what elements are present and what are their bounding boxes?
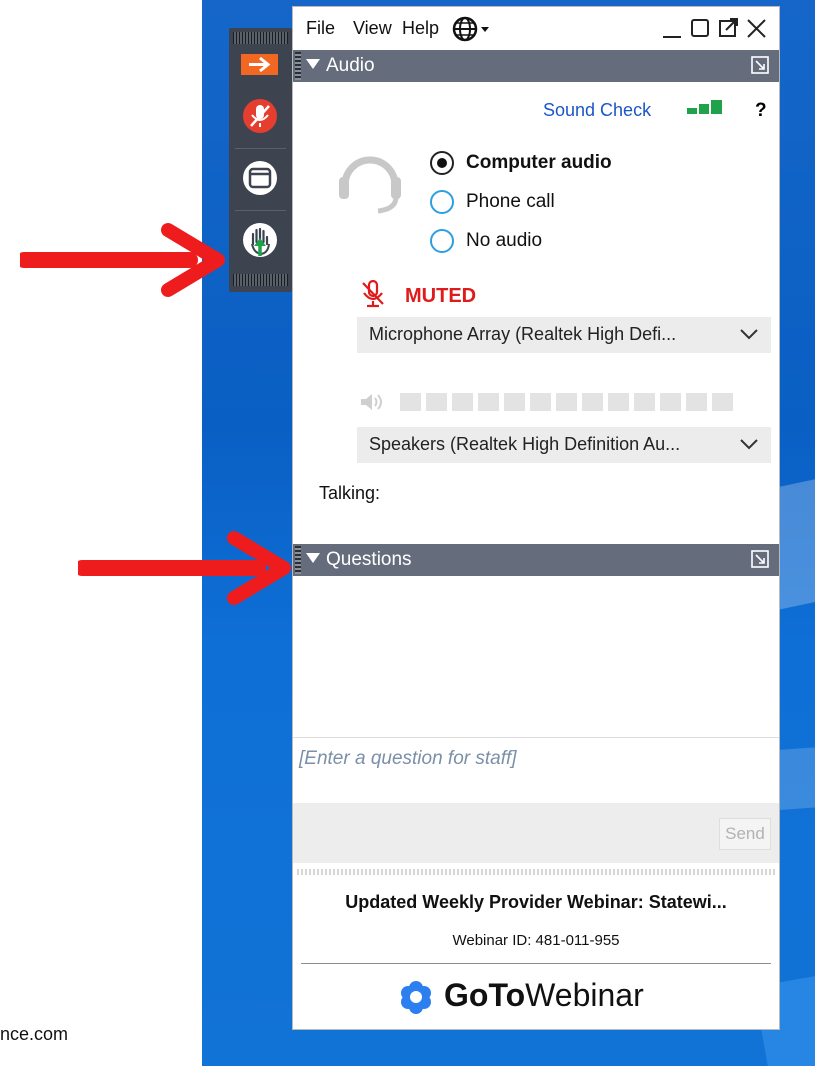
chevron-down-icon xyxy=(740,439,758,450)
screen-view-button[interactable] xyxy=(229,156,292,200)
audio-header-title: Audio xyxy=(326,55,375,76)
annotation-arrow-raise-hand xyxy=(20,223,225,297)
microphone-muted-icon[interactable] xyxy=(359,279,387,309)
resize-grip[interactable] xyxy=(297,869,775,875)
raise-hand-button[interactable] xyxy=(229,218,292,262)
audio-section-header[interactable]: Audio xyxy=(293,50,779,82)
audio-help-button[interactable]: ? xyxy=(755,100,767,122)
muted-status: MUTED xyxy=(405,285,477,307)
questions-section-header[interactable]: Questions xyxy=(293,544,779,576)
collapse-triangle-icon[interactable] xyxy=(306,553,320,563)
window-icon xyxy=(243,161,277,195)
arrow-right-icon xyxy=(241,54,278,75)
microphone-select-value: Microphone Array (Realtek High Defi... xyxy=(369,324,677,344)
microphone-select[interactable]: Microphone Array (Realtek High Defi... xyxy=(357,317,771,353)
popout-section-icon[interactable] xyxy=(751,56,769,74)
volume-meter-segment xyxy=(660,393,681,411)
microphone-muted-icon xyxy=(243,99,277,133)
speakers-select[interactable]: Speakers (Realtek High Definition Au... xyxy=(357,427,771,463)
menu-view[interactable]: View xyxy=(353,18,392,39)
volume-meter-segment xyxy=(426,393,447,411)
collapse-triangle-icon[interactable] xyxy=(306,59,320,69)
volume-meter-segment xyxy=(634,393,655,411)
divider xyxy=(301,963,771,964)
label-no-audio[interactable]: No audio xyxy=(466,230,542,252)
minimize-icon[interactable] xyxy=(661,15,685,41)
volume-meter-segment xyxy=(530,393,551,411)
send-area: Send xyxy=(293,803,779,863)
brand-webinar: Webinar xyxy=(525,977,644,1013)
label-computer-audio[interactable]: Computer audio xyxy=(466,152,612,174)
question-input[interactable]: [Enter a question for staff] xyxy=(293,737,779,805)
menu-file[interactable]: File xyxy=(306,18,335,39)
volume-meter-segment xyxy=(478,393,499,411)
question-input-placeholder: [Enter a question for staff] xyxy=(299,748,517,769)
signal-strength-icon xyxy=(687,100,722,114)
questions-log xyxy=(293,576,779,737)
speaker-volume-icon xyxy=(361,394,382,410)
menu-help[interactable]: Help xyxy=(402,18,439,39)
language-globe-icon[interactable] xyxy=(452,16,494,42)
chevron-down-icon xyxy=(740,329,758,340)
popout-section-icon[interactable] xyxy=(751,550,769,568)
annotation-arrow-questions xyxy=(78,531,291,605)
volume-meter-segment xyxy=(712,393,733,411)
brand-goto: GoTo xyxy=(444,977,526,1013)
maximize-icon[interactable] xyxy=(689,15,713,41)
control-panel: File View Help Audio Sound Check ? Compu… xyxy=(292,6,780,1030)
volume-meter-segment xyxy=(452,393,473,411)
send-button[interactable]: Send xyxy=(719,818,771,850)
radio-computer-audio[interactable] xyxy=(430,151,454,175)
volume-meter-segment xyxy=(686,393,707,411)
popout-window-icon[interactable] xyxy=(717,15,741,41)
grab-tab-bottom-grip[interactable] xyxy=(233,274,288,286)
close-icon[interactable] xyxy=(745,15,769,41)
radio-no-audio[interactable] xyxy=(430,229,454,253)
collapse-panel-button[interactable] xyxy=(229,50,292,80)
volume-meter-segment xyxy=(556,393,577,411)
volume-meter-segment xyxy=(504,393,525,411)
volume-meter-segment xyxy=(608,393,629,411)
mute-toggle-button[interactable] xyxy=(229,94,292,138)
questions-header-title: Questions xyxy=(326,549,412,570)
menu-bar: File View Help xyxy=(293,7,779,49)
raise-hand-icon xyxy=(243,223,277,257)
gotowebinar-flower-icon xyxy=(401,981,431,1014)
grab-tab[interactable] xyxy=(229,28,292,292)
volume-meter-segment xyxy=(582,393,603,411)
webinar-title: Updated Weekly Provider Webinar: Statewi… xyxy=(345,892,727,912)
volume-meter-segment xyxy=(400,393,421,411)
label-phone-call[interactable]: Phone call xyxy=(466,191,555,213)
speakers-select-value: Speakers (Realtek High Definition Au... xyxy=(369,434,681,454)
grab-tab-top-grip[interactable] xyxy=(233,32,288,44)
headset-icon xyxy=(339,156,401,214)
radio-phone-call[interactable] xyxy=(430,190,454,214)
webinar-id: Webinar ID: 481-011-955 xyxy=(452,932,620,949)
sound-check-link[interactable]: Sound Check xyxy=(543,100,651,121)
cropped-caption: nce.com xyxy=(0,1024,69,1044)
talking-label: Talking: xyxy=(319,483,381,503)
